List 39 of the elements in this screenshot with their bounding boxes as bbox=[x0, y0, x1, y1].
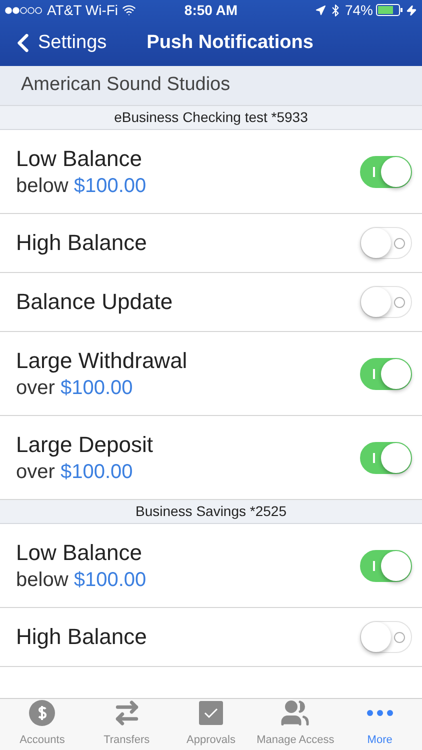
toggle-switch[interactable] bbox=[360, 227, 412, 259]
toggle-switch[interactable] bbox=[360, 286, 412, 318]
alert-title: High Balance bbox=[16, 623, 147, 651]
checkbox-icon bbox=[199, 701, 224, 726]
alert-title: Low Balance bbox=[16, 538, 143, 566]
signal-icon bbox=[5, 6, 43, 14]
alert-title: Large Withdrawal bbox=[16, 346, 188, 374]
toggle-switch[interactable] bbox=[360, 621, 412, 653]
alert-threshold: below $100.00 bbox=[16, 174, 146, 198]
battery-text: 74% bbox=[344, 0, 373, 20]
section-header: eBusiness Checking test *5933 bbox=[0, 106, 422, 130]
wifi-icon bbox=[122, 3, 136, 17]
tab-item[interactable]: Manage Access bbox=[253, 699, 338, 750]
tab-item[interactable]: Approvals bbox=[168, 699, 254, 750]
back-button[interactable]: Settings bbox=[0, 28, 107, 58]
users-icon bbox=[280, 698, 310, 728]
alert-title: High Balance bbox=[16, 229, 147, 257]
toggle-switch[interactable] bbox=[360, 358, 412, 390]
toggle-switch[interactable] bbox=[360, 442, 412, 474]
more-icon bbox=[366, 710, 393, 716]
alert-title: Large Deposit bbox=[16, 430, 153, 458]
carrier-text: AT&T Wi-Fi bbox=[47, 0, 118, 20]
company-header: American Sound Studios bbox=[0, 66, 422, 106]
tab-item[interactable]: Transfers bbox=[84, 699, 169, 750]
alert-title: Balance Update bbox=[16, 288, 173, 316]
alert-threshold: over $100.00 bbox=[16, 376, 134, 400]
toggle-switch[interactable] bbox=[360, 156, 412, 188]
tab-item[interactable]: Accounts bbox=[0, 699, 84, 750]
alert-threshold: below $100.00 bbox=[16, 568, 146, 592]
page-title: Push Notifications bbox=[146, 30, 314, 55]
location-icon bbox=[314, 4, 326, 16]
battery-icon bbox=[376, 4, 403, 16]
section-header: Business Savings *2525 bbox=[0, 500, 422, 524]
charging-icon bbox=[406, 4, 417, 16]
clock-text: 8:50 AM bbox=[184, 0, 238, 20]
tab-item[interactable]: More bbox=[338, 699, 422, 750]
alert-threshold: over $100.00 bbox=[16, 460, 134, 484]
toggle-switch[interactable] bbox=[360, 550, 412, 582]
alert-title: Low Balance bbox=[16, 144, 143, 172]
